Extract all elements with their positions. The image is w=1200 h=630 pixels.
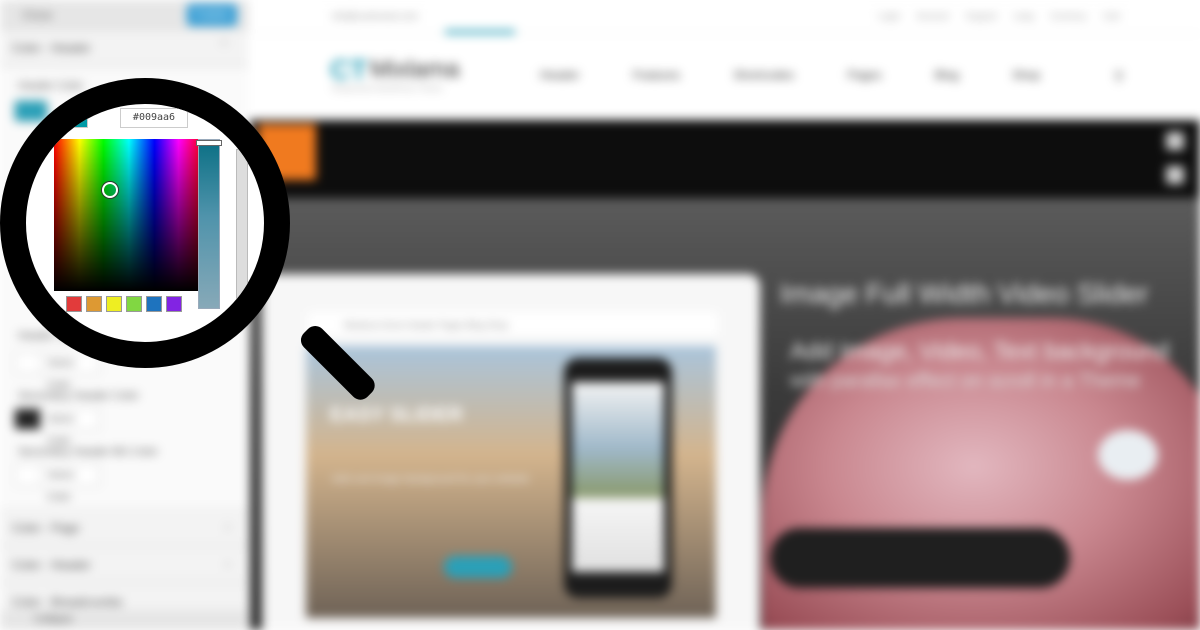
- section-title: Color - Header: [12, 558, 91, 572]
- dark-strip: [250, 120, 1200, 198]
- topbar-email[interactable]: info@customizer.com: [332, 11, 418, 21]
- hero-slider: Image Full Width Video Slider Add Image,…: [250, 198, 1200, 630]
- hue-slider-handle[interactable]: [196, 140, 222, 146]
- chevron-right-icon: ›: [225, 555, 230, 571]
- hex-input[interactable]: #009aa6: [120, 108, 188, 128]
- search-icon[interactable]: ⚲: [1114, 68, 1124, 85]
- screenshot-root: Close Publish Color - Header ⌃ Header Co…: [0, 0, 1200, 630]
- site-topbar: info@customizer.com Login Account Suppor…: [250, 0, 1200, 34]
- car-grille: [770, 528, 1070, 588]
- palette-swatch-orange[interactable]: [86, 296, 102, 312]
- customizer-topbar: Close Publish: [0, 0, 247, 30]
- palette-swatch-red[interactable]: [66, 296, 82, 312]
- slide-button[interactable]: [444, 556, 512, 578]
- secondary-bg-color-field[interactable]: Select Color: [40, 464, 100, 503]
- close-button[interactable]: Close: [22, 8, 53, 22]
- slide-text: Add cool image background for your websi…: [332, 474, 530, 485]
- tablet-nav: Mixlama Home Header Pages Blog Shop: [308, 312, 718, 338]
- collapse-label: Collapse: [34, 614, 73, 625]
- logo-icon[interactable]: CT: [330, 54, 367, 86]
- slide-title: EASY SLIDER: [330, 404, 463, 426]
- section-color-page[interactable]: Color - Page ›: [0, 510, 248, 546]
- section-title: Color - Page: [12, 521, 80, 535]
- chevron-right-icon: ›: [225, 518, 230, 534]
- color-selector-ring[interactable]: [102, 182, 118, 198]
- settings-icon[interactable]: [1166, 166, 1184, 184]
- field-label-header-color: Header Color: [18, 80, 84, 92]
- tablet-mockup: Mixlama Home Header Pages Blog Shop EASY…: [262, 274, 760, 630]
- logo-text[interactable]: Mixlama: [370, 56, 459, 84]
- color-spectrum[interactable]: [54, 139, 204, 291]
- section-color-header[interactable]: Color - Header ⌃: [0, 30, 248, 66]
- logo-tagline: Responsive WordPress Theme: [332, 84, 443, 93]
- field-label-secondary-bg: Secondary Header BG Color: [18, 446, 159, 458]
- section-color-header-2[interactable]: Color - Header ›: [0, 547, 248, 583]
- hue-slider[interactable]: [198, 139, 220, 309]
- magnifying-glass-lens: #009aa6: [0, 78, 290, 368]
- section-title: Color - Header: [12, 41, 91, 55]
- palette-swatch-purple[interactable]: [166, 296, 182, 312]
- nav-item[interactable]: Shop: [1012, 68, 1040, 82]
- secondary-color-field[interactable]: Select Color: [40, 408, 100, 447]
- main-nav: Header Features Shortcodes Pages Blog Sh…: [540, 68, 1040, 82]
- car-headlight: [1098, 430, 1158, 480]
- nav-item[interactable]: Pages: [847, 68, 881, 82]
- publish-button[interactable]: Publish: [187, 4, 237, 26]
- chevron-up-icon: ⌃: [218, 38, 230, 54]
- topbar-links[interactable]: Login Account Support Lang Currency Cart: [878, 11, 1120, 21]
- section-title: Color - Breadcrumbs: [12, 595, 123, 609]
- nav-item[interactable]: Shortcodes: [733, 68, 794, 82]
- nav-item[interactable]: Blog: [935, 68, 959, 82]
- palette-swatch-yellow[interactable]: [106, 296, 122, 312]
- nav-item[interactable]: Features: [633, 68, 680, 82]
- alpha-slider[interactable]: [236, 149, 248, 309]
- phone-screen: [572, 382, 664, 572]
- hero-subtitle-2: with parallax effect on scroll in a Them…: [790, 370, 1141, 392]
- field-label-secondary: Secondary Header Color: [18, 390, 140, 402]
- site-header: CT Mixlama Responsive WordPress Theme He…: [250, 34, 1200, 120]
- hero-title: Image Full Width Video Slider: [780, 278, 1149, 309]
- color-palette: [54, 296, 204, 314]
- hero-subtitle: Add Image, Video, Text background: [790, 338, 1170, 365]
- site-preview: info@customizer.com Login Account Suppor…: [250, 0, 1200, 630]
- palette-swatch-green[interactable]: [126, 296, 142, 312]
- color-result-swatch[interactable]: [36, 108, 88, 128]
- nav-item[interactable]: Header: [540, 68, 579, 82]
- palette-swatch-blue[interactable]: [146, 296, 162, 312]
- collapse-bar[interactable]: Collapse: [0, 610, 248, 630]
- monitor-icon[interactable]: [1166, 132, 1184, 150]
